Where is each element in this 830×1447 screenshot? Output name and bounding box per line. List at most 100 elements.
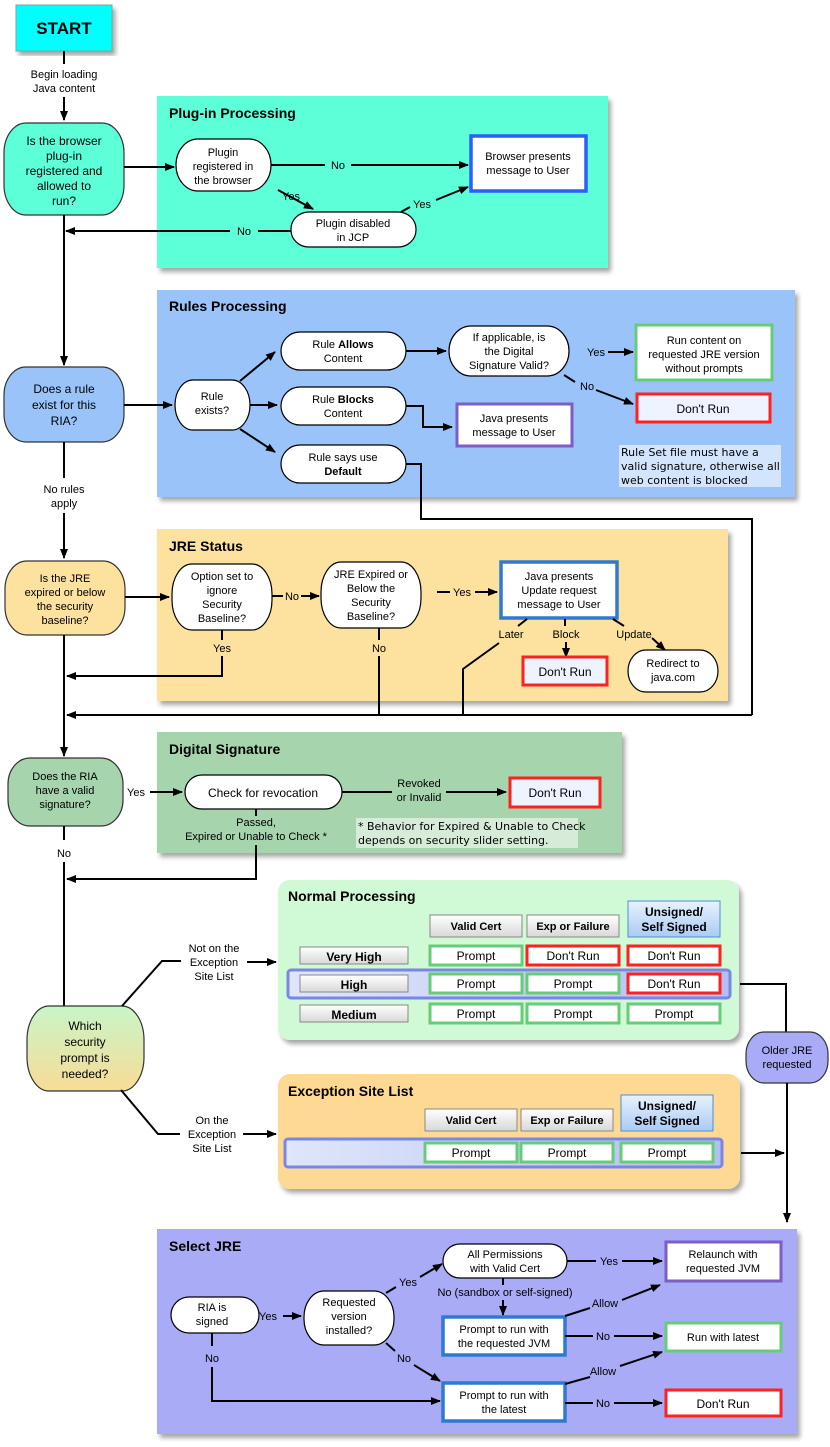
plugin-processing-title: Plug-in Processing [169, 105, 296, 121]
edge-label-update: Update [616, 629, 651, 641]
rule-exists-node: Rule exists? [174, 379, 251, 431]
exception-cell-text: Prompt [548, 1146, 587, 1160]
exception-site-list-title: Exception Site List [288, 1083, 414, 1099]
node-text: installed? [326, 1325, 372, 1337]
digital-signature-title: Digital Signature [169, 741, 280, 757]
decision-plugin-text: Is the browser [26, 134, 101, 148]
node-text: Browser presents [485, 151, 571, 163]
column-header-text: Unsigned/ [645, 905, 704, 919]
edge-label-yes: Yes [587, 347, 605, 359]
note-text: * Behavior for Expired & Unable to Check [358, 820, 586, 833]
column-header-text: Unsigned/ [638, 1099, 697, 1113]
node-text: the requested JVM [458, 1338, 550, 1350]
node-text: version [331, 1311, 366, 1323]
decision-signature-text: Does the RIA [32, 771, 98, 783]
decision-older-jre: Older JRE requested [745, 1031, 829, 1084]
node-text: All Permissions [467, 1249, 543, 1261]
begin-label-2: Java content [33, 83, 95, 95]
plugin-registered-node: Plugin registered in the browser [175, 138, 272, 192]
select-dont-run-node: Don't Run [664, 1388, 783, 1418]
decision-rule-text: Does a rule [33, 382, 95, 396]
prompt-latest-node: Prompt to run with the latest [441, 1381, 567, 1423]
edge-label-yes: Yes [127, 787, 145, 799]
edge-label-no: No [57, 848, 71, 860]
node-text: Baseline? [198, 613, 246, 625]
node-text: message to User [486, 165, 569, 177]
column-header-text: Valid Cert [451, 921, 502, 933]
node-text: Run content on [667, 335, 742, 347]
browser-message-node: Browser presents message to User [469, 134, 588, 193]
node-text: Plugin [208, 147, 239, 159]
decision-signature-text: signature? [39, 799, 90, 811]
edge-label-block: Block [553, 629, 580, 641]
decision-jre: Is the JRE expired or below the security… [4, 560, 126, 636]
rules-dont-run-node: Don't Run [635, 392, 772, 424]
jre-status-title: JRE Status [169, 538, 243, 554]
decision-prompt-text: Which [68, 1019, 101, 1033]
note-text: valid signature, otherwise all [621, 460, 780, 473]
decision-jre-text: expired or below [25, 587, 106, 599]
edge-label-no: No [237, 226, 251, 238]
security-flowchart: START Begin loading Java content Is the … [3, 4, 829, 1434]
edge-label-no: No [331, 160, 345, 172]
edge-label-no: No [397, 1353, 411, 1365]
decision-plugin-text: allowed to [37, 179, 91, 193]
edge-label-passed: Passed, [236, 817, 276, 829]
column-header-text: Self Signed [641, 920, 706, 934]
edge-label-revoked: or Invalid [397, 792, 442, 804]
decision-jre-text: Is the JRE [40, 573, 91, 585]
edge-label-no: No [372, 643, 386, 655]
node-text: Baseline? [347, 611, 395, 623]
java-message-node: Java presents message to User [455, 402, 574, 448]
node-text: the Digital [485, 346, 534, 358]
security-level-row: Very High Prompt Don't Run Don't Run [299, 944, 722, 967]
decision-plugin-text: plug-in [46, 149, 82, 163]
edge-label-yes: Yes [213, 643, 231, 655]
route-not-on-list: Site List [194, 971, 233, 983]
column-header-text: Valid Cert [446, 1115, 497, 1127]
security-cell-text: Prompt [554, 977, 593, 991]
node-text: Requested [322, 1297, 375, 1309]
node-text: without prompts [664, 363, 743, 375]
relaunch-node: Relaunch with requested JVM [664, 1240, 783, 1283]
edge-label-allow: Allow [590, 1366, 616, 1378]
decision-older-jre-text: requested [763, 1059, 812, 1071]
column-header-text: Self Signed [634, 1114, 699, 1128]
edge-label-yes: Yes [259, 1311, 277, 1323]
node-text: Update request [521, 585, 596, 597]
node-text: Security [202, 599, 242, 611]
edge-label-no: No [580, 381, 594, 393]
select-jre-title: Select JRE [169, 1238, 241, 1254]
node-text: Prompt to run with [459, 1324, 548, 1336]
node-text: JRE Expired or [334, 569, 408, 581]
node-text: Rule Blocks [312, 394, 374, 406]
edge-label-yes: Yes [399, 1277, 417, 1289]
begin-label-1: Begin loading [31, 69, 98, 81]
edge-label-yes: Yes [600, 1256, 618, 1268]
security-cell-text: Don't Run [648, 977, 701, 991]
node-text: exists? [195, 405, 229, 417]
node-text: requested JRE version [648, 349, 759, 361]
node-text: Prompt to run with [459, 1390, 548, 1402]
node-text: Security [351, 597, 391, 609]
run-content-node: Run content on requested JRE version wit… [634, 323, 774, 382]
requested-installed-node: Requested version installed? [303, 1290, 395, 1346]
security-cell-text: Prompt [457, 1007, 496, 1021]
node-text: RIA is [198, 1302, 227, 1314]
no-rules-label: No rules [44, 484, 85, 496]
node-text: Relaunch with [688, 1249, 757, 1261]
node-text: Java presents [525, 571, 594, 583]
node-text: Content [324, 408, 363, 420]
decision-plugin: Is the browser plug-in registered and al… [3, 122, 125, 216]
edge-label-passed: Expired or Unable to Check * [185, 831, 328, 843]
node-text: If applicable, is [473, 332, 546, 344]
node-text: Redirect to [646, 658, 699, 670]
node-text: the browser [194, 175, 252, 187]
sig-dont-run-node: Don't Run [508, 776, 602, 809]
node-text: Don't Run [529, 786, 582, 800]
node-text: in JCP [337, 232, 369, 244]
security-level-row: Medium Prompt Prompt Prompt [299, 1002, 722, 1025]
security-cell-text: Prompt [457, 977, 496, 991]
node-text: message to User [517, 599, 600, 611]
route-on-list: On the [195, 1115, 228, 1127]
